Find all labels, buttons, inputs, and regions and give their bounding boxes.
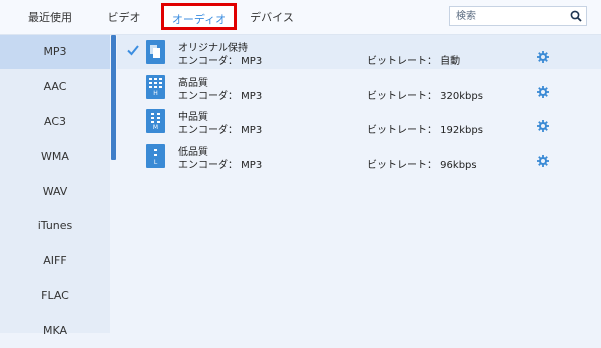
search-box <box>449 6 587 26</box>
medium-quality-icon: M <box>146 109 165 133</box>
sidebar-item-mka[interactable]: MKA <box>0 314 110 348</box>
tab-recent[interactable]: 最近使用 <box>20 0 80 34</box>
sidebar-item-aac[interactable]: AAC <box>0 70 110 104</box>
preset-bitrate: ビットレート： 96kbps <box>367 160 477 171</box>
format-sidebar: MP3 AAC AC3 WMA WAV iTunes AIFF FLAC MKA <box>0 35 110 337</box>
sidebar-scrollbar[interactable] <box>111 35 116 160</box>
sidebar-item-aiff[interactable]: AIFF <box>0 244 110 278</box>
sidebar-item-wma[interactable]: WMA <box>0 140 110 174</box>
preset-row-low[interactable]: L 低品質 エンコーダ： MP3 ビットレート： 96kbps <box>117 139 601 173</box>
preset-row-medium[interactable]: M 中品質 エンコーダ： MP3 ビットレート： 192kbps <box>117 104 601 138</box>
preset-list: オリジナル保持 エンコーダ： MP3 ビットレート： 自動 H 高品質 エンコー… <box>117 35 601 333</box>
gear-icon[interactable] <box>536 50 550 64</box>
search-icon[interactable] <box>570 10 582 22</box>
gear-icon[interactable] <box>536 85 550 99</box>
gear-icon[interactable] <box>536 119 550 133</box>
tab-video[interactable]: ビデオ <box>104 0 144 34</box>
sidebar-item-wav[interactable]: WAV <box>0 175 110 209</box>
preset-row-high[interactable]: H 高品質 エンコーダ： MP3 ビットレート： 320kbps <box>117 70 601 104</box>
quality-level-letter: M <box>152 124 159 131</box>
preset-bitrate: ビットレート： 192kbps <box>367 125 483 136</box>
preset-bitrate: ビットレート： 320kbps <box>367 91 483 102</box>
preset-encoder: エンコーダ： MP3 <box>178 125 263 136</box>
preset-bitrate: ビットレート： 自動 <box>367 56 461 67</box>
preset-encoder: エンコーダ： MP3 <box>178 160 263 171</box>
sidebar-item-mp3[interactable]: MP3 <box>0 35 110 69</box>
tab-device[interactable]: デバイス <box>246 0 298 34</box>
quality-level-letter: L <box>153 159 158 166</box>
checkmark-icon <box>127 45 139 56</box>
gear-icon[interactable] <box>536 154 550 168</box>
quality-level-letter: H <box>153 90 158 97</box>
tab-audio[interactable]: オーディオ <box>161 3 237 30</box>
preset-row-original[interactable]: オリジナル保持 エンコーダ： MP3 ビットレート： 自動 <box>117 35 601 69</box>
original-quality-icon <box>146 40 165 64</box>
preset-encoder: エンコーダ： MP3 <box>178 91 263 102</box>
top-tab-bar: 最近使用 ビデオ オーディオ デバイス <box>0 0 601 35</box>
sidebar-item-ac3[interactable]: AC3 <box>0 105 110 139</box>
low-quality-icon: L <box>146 144 165 168</box>
search-input[interactable] <box>456 9 566 23</box>
preset-encoder: エンコーダ： MP3 <box>178 56 263 67</box>
sidebar-item-itunes[interactable]: iTunes <box>0 209 110 243</box>
sidebar-item-flac[interactable]: FLAC <box>0 279 110 313</box>
high-quality-icon: H <box>146 75 165 99</box>
